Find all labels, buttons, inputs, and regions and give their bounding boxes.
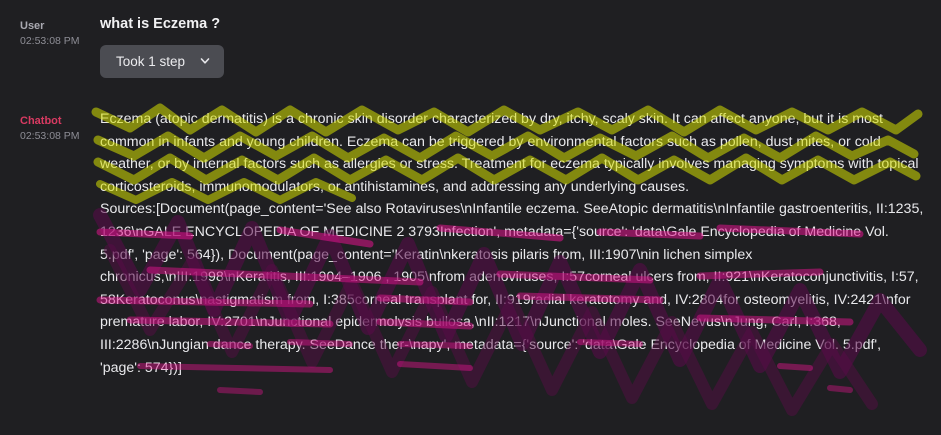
bot-message-time: 02:53:08 PM	[20, 130, 80, 142]
answer-text: Eczema (atopic dermatitis) is a chronic …	[100, 111, 919, 195]
answer-sources: Sources:[Document(page_content='See also…	[100, 201, 924, 376]
chevron-down-icon	[200, 58, 210, 64]
bot-answer: Eczema (atopic dermatitis) is a chronic …	[100, 108, 925, 379]
user-message-meta: User 02:53:08 PM	[20, 19, 98, 48]
bot-message-meta: Chatbot 02:53:08 PM	[20, 114, 98, 143]
user-message-time: 02:53:08 PM	[20, 35, 80, 47]
user-question: what is Eczema ?	[100, 16, 221, 32]
bot-role-label: Chatbot	[20, 115, 62, 127]
took-steps-button[interactable]: Took 1 step	[100, 45, 224, 78]
chat-view: User 02:53:08 PM what is Eczema ? Took 1…	[0, 0, 941, 435]
user-role-label: User	[20, 20, 45, 32]
took-steps-label: Took 1 step	[116, 54, 186, 69]
